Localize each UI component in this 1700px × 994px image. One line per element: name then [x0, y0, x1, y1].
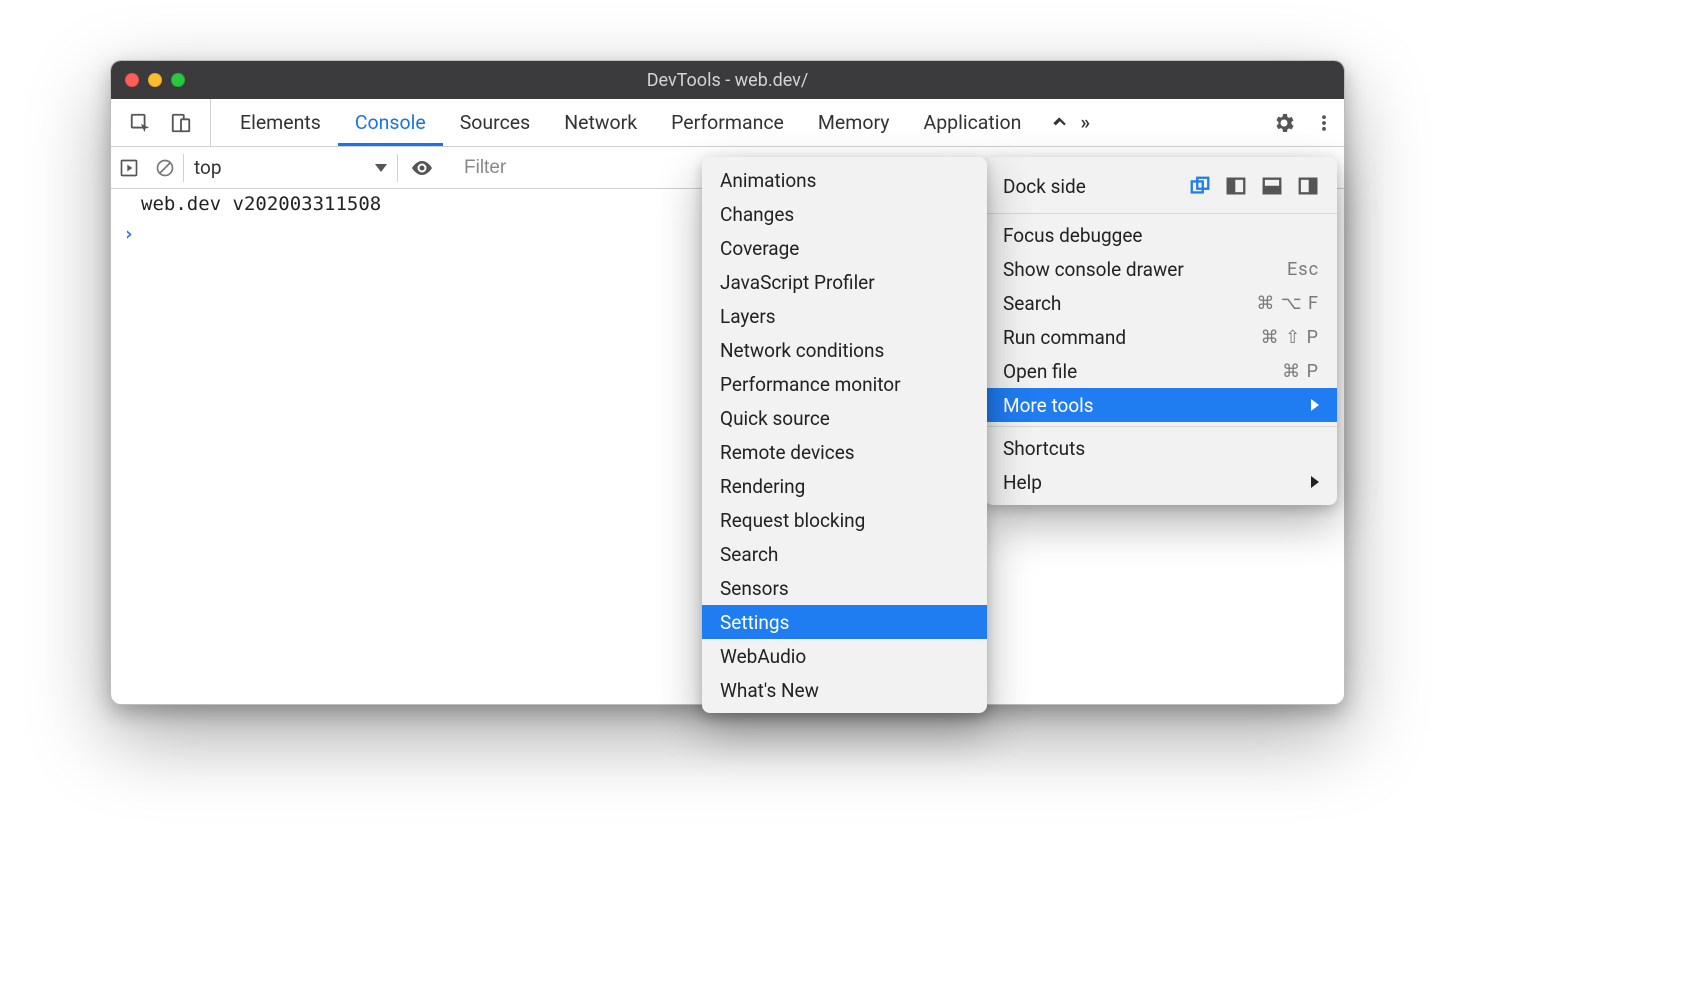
minimize-window-button[interactable] [148, 73, 162, 87]
submenu-item-layers[interactable]: Layers [702, 299, 987, 333]
submenu-item-network-conditions[interactable]: Network conditions [702, 333, 987, 367]
execution-context-play-icon[interactable] [119, 158, 139, 178]
tab-bar: ElementsConsoleSourcesNetworkPerformance… [111, 99, 1344, 147]
menu-item-help[interactable]: Help [985, 465, 1337, 499]
menu-shortcut: ⌘ P [1282, 361, 1319, 382]
clear-console-icon[interactable] [155, 158, 175, 178]
kebab-menu-icon[interactable] [1314, 111, 1334, 135]
tab-application[interactable]: Application [907, 99, 1039, 146]
menu-item-more-tools[interactable]: More tools [985, 388, 1337, 422]
menu-item-show-console-drawer[interactable]: Show console drawer Esc [985, 252, 1337, 286]
menu-item-label: Help [1003, 471, 1042, 494]
submenu-item-webaudio[interactable]: WebAudio [702, 639, 987, 673]
menu-item-run-command[interactable]: Run command ⌘ ⇧ P [985, 320, 1337, 354]
dock-bottom-icon[interactable] [1261, 175, 1283, 197]
menu-shortcut: ⌘ ⌥ F [1256, 293, 1319, 314]
submenu-arrow-icon [1311, 476, 1319, 488]
close-window-button[interactable] [125, 73, 139, 87]
submenu-item-sensors[interactable]: Sensors [702, 571, 987, 605]
dock-side-label: Dock side [1003, 175, 1086, 198]
menu-item-label: Open file [1003, 360, 1077, 383]
submenu-item-performance-monitor[interactable]: Performance monitor [702, 367, 987, 401]
submenu-item-remote-devices[interactable]: Remote devices [702, 435, 987, 469]
traffic-lights [125, 73, 185, 87]
chevron-down-icon [375, 164, 387, 172]
submenu-item-what-s-new[interactable]: What's New [702, 673, 987, 707]
submenu-item-coverage[interactable]: Coverage [702, 231, 987, 265]
menu-shortcut: Esc [1287, 259, 1319, 280]
menu-shortcut: ⌘ ⇧ P [1261, 327, 1319, 348]
settings-gear-icon[interactable] [1272, 111, 1296, 135]
menu-divider [985, 213, 1337, 214]
tab-elements[interactable]: Elements [223, 99, 338, 146]
menu-divider [985, 426, 1337, 427]
tab-memory[interactable]: Memory [801, 99, 907, 146]
window-title: DevTools - web.dev/ [111, 70, 1344, 91]
console-prompt-icon: › [123, 223, 134, 245]
submenu-item-rendering[interactable]: Rendering [702, 469, 987, 503]
execution-context-select[interactable]: top [183, 154, 398, 182]
inspect-element-icon[interactable] [129, 112, 151, 134]
tab-sources[interactable]: Sources [443, 99, 548, 146]
menu-item-open-file[interactable]: Open file ⌘ P [985, 354, 1337, 388]
more-tabs-icon[interactable]: » [1068, 111, 1102, 134]
dock-right-icon[interactable] [1297, 175, 1319, 197]
tab-network[interactable]: Network [547, 99, 654, 146]
menu-item-label: Show console drawer [1003, 258, 1184, 281]
menu-item-label: Search [1003, 292, 1061, 315]
tab-performance[interactable]: Performance [654, 99, 801, 146]
customize-menu: Dock side Focus debuggee Show console dra… [985, 157, 1337, 505]
submenu-arrow-icon [1311, 399, 1319, 411]
submenu-item-animations[interactable]: Animations [702, 163, 987, 197]
menu-item-focus-debuggee[interactable]: Focus debuggee [985, 218, 1337, 252]
zoom-window-button[interactable] [171, 73, 185, 87]
menu-item-label: Shortcuts [1003, 437, 1085, 460]
execution-context-label: top [194, 156, 222, 179]
menu-item-label: Focus debuggee [1003, 224, 1143, 247]
menu-item-label: Run command [1003, 326, 1126, 349]
dock-undock-icon[interactable] [1189, 175, 1211, 197]
submenu-item-settings[interactable]: Settings [702, 605, 987, 639]
dock-side-row: Dock side [985, 163, 1337, 209]
more-tools-submenu: AnimationsChangesCoverageJavaScript Prof… [702, 157, 987, 713]
tab-console[interactable]: Console [338, 99, 443, 146]
device-toolbar-icon[interactable] [170, 112, 192, 134]
title-bar: DevTools - web.dev/ [111, 61, 1344, 99]
menu-item-shortcuts[interactable]: Shortcuts [985, 431, 1337, 465]
live-expression-eye-icon[interactable] [410, 156, 434, 180]
dock-left-icon[interactable] [1225, 175, 1247, 197]
submenu-item-request-blocking[interactable]: Request blocking [702, 503, 987, 537]
menu-item-search[interactable]: Search ⌘ ⌥ F [985, 286, 1337, 320]
submenu-item-quick-source[interactable]: Quick source [702, 401, 987, 435]
submenu-item-javascript-profiler[interactable]: JavaScript Profiler [702, 265, 987, 299]
submenu-item-changes[interactable]: Changes [702, 197, 987, 231]
submenu-item-search[interactable]: Search [702, 537, 987, 571]
menu-item-label: More tools [1003, 394, 1094, 417]
